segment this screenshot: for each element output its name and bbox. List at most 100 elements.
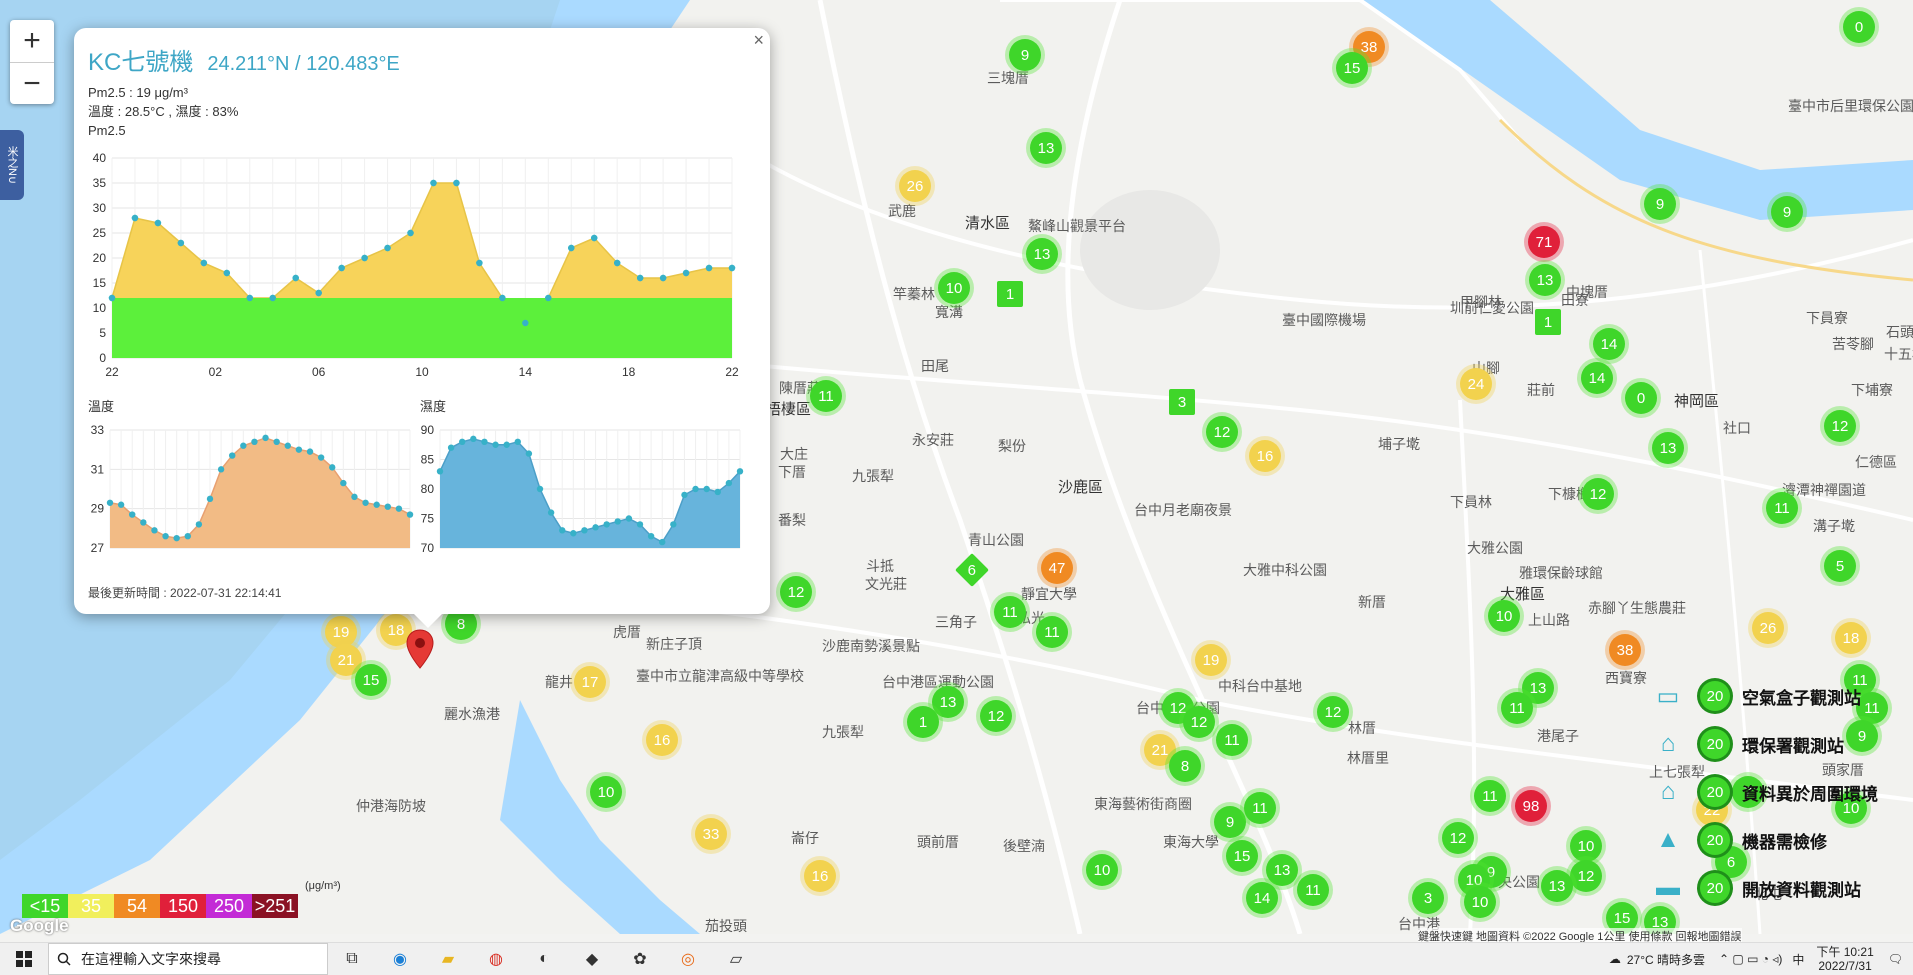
data-point (592, 524, 599, 531)
station-marker[interactable]: 10 (938, 272, 970, 304)
clock[interactable]: 下午 10:21 2022/7/31 (1816, 945, 1873, 973)
station-marker[interactable]: 12 (1824, 410, 1856, 442)
station-marker[interactable]: 12 (980, 700, 1012, 732)
station-marker[interactable]: 12 (1442, 822, 1474, 854)
station-marker[interactable]: 13 (1026, 238, 1058, 270)
station-marker[interactable]: 8 (1169, 750, 1201, 782)
location-pin-icon[interactable] (405, 628, 435, 670)
windows-start-icon[interactable] (12, 947, 36, 971)
legend-item: 150 (160, 894, 206, 918)
station-marker[interactable]: 15 (1336, 52, 1368, 84)
app-icon[interactable]: ◎ (676, 947, 700, 971)
station-marker[interactable]: 12 (1183, 706, 1215, 738)
app-icon[interactable]: ◆ (580, 947, 604, 971)
station-marker[interactable]: 11 (1766, 492, 1798, 524)
close-icon[interactable]: × (753, 30, 764, 51)
station-marker[interactable]: 1 (1535, 309, 1561, 335)
station-marker[interactable]: 12 (1206, 416, 1238, 448)
aqi-legend: <15 35 54 150 250 >251 (22, 894, 298, 918)
side-tab[interactable]: 米之N∪ (0, 130, 24, 200)
station-marker[interactable]: 98 (1515, 790, 1547, 822)
station-marker[interactable]: 10 (1488, 600, 1520, 632)
station-marker[interactable]: 26 (1752, 612, 1784, 644)
station-marker[interactable]: 19 (1195, 644, 1227, 676)
station-marker[interactable]: 9 (1214, 806, 1246, 838)
station-marker[interactable]: 11 (1244, 792, 1276, 824)
station-marker[interactable]: 9 (1009, 39, 1041, 71)
station-popup: × KC七號機 24.211°N / 120.483°E Pm2.5 : 19 μ… (74, 28, 770, 628)
station-marker[interactable]: 11 (810, 380, 842, 412)
station-marker[interactable]: 11 (1216, 724, 1248, 756)
map-label: 下埔寮 (1851, 383, 1893, 399)
station-marker[interactable]: 38 (1609, 634, 1641, 666)
map-label: 台中月老廟夜景 (1134, 503, 1232, 519)
data-point (240, 442, 247, 449)
station-marker[interactable]: 3 (1412, 882, 1444, 914)
task-view-icon[interactable]: ⧉ (340, 947, 364, 971)
file-explorer-icon[interactable]: ▰ (436, 947, 460, 971)
ime-indicator[interactable]: 中 (1792, 951, 1804, 968)
station-marker[interactable]: 10 (590, 776, 622, 808)
station-marker[interactable]: 12 (1570, 860, 1602, 892)
station-marker[interactable]: 47 (1041, 552, 1073, 584)
station-marker[interactable]: 13 (1652, 432, 1684, 464)
station-marker[interactable]: 1 (907, 706, 939, 738)
station-marker[interactable]: 10 (1570, 830, 1602, 862)
station-marker[interactable]: 15 (1226, 840, 1258, 872)
edge-icon[interactable]: ◉ (388, 947, 412, 971)
station-marker[interactable]: 13 (1030, 132, 1062, 164)
weather-icon[interactable]: ☁ (1609, 952, 1621, 966)
station-marker[interactable]: 17 (574, 666, 606, 698)
weather-text[interactable]: 27°C 晴時多雲 (1627, 951, 1705, 968)
station-marker[interactable]: 16 (804, 860, 836, 892)
app-icon[interactable]: ◐ (532, 947, 556, 971)
marker-value: 98 (1522, 797, 1540, 815)
station-marker[interactable]: 71 (1528, 226, 1560, 258)
station-marker[interactable]: 9 (1644, 188, 1676, 220)
station-marker[interactable]: 16 (1249, 440, 1281, 472)
station-marker[interactable]: 1 (997, 281, 1023, 307)
station-marker[interactable]: 10 (1464, 886, 1496, 918)
station-marker[interactable]: 14 (1593, 328, 1625, 360)
station-marker[interactable]: 13 (1529, 264, 1561, 296)
station-marker[interactable]: 0 (1625, 382, 1657, 414)
station-marker[interactable]: 11 (1297, 874, 1329, 906)
legend-badge: 20 (1700, 729, 1730, 759)
station-marker[interactable]: 12 (780, 576, 812, 608)
station-marker[interactable]: 5 (1824, 550, 1856, 582)
station-marker[interactable]: 16 (646, 724, 678, 756)
y-tick-label: 20 (93, 251, 107, 265)
station-marker[interactable]: 11 (1474, 780, 1506, 812)
station-marker[interactable]: 18 (1835, 622, 1867, 654)
station-marker[interactable]: 9 (1771, 196, 1803, 228)
station-marker[interactable]: 19 (325, 616, 357, 648)
app-icon[interactable]: ▱ (724, 947, 748, 971)
data-point (570, 530, 577, 537)
station-marker[interactable]: 12 (1582, 478, 1614, 510)
zoom-out-button[interactable]: − (10, 63, 54, 105)
taskbar-search[interactable]: 在這裡輸入文字來搜尋 (48, 943, 328, 975)
map-label: 梧棲區 (766, 400, 812, 418)
station-marker[interactable]: 3 (1169, 389, 1195, 415)
station-marker[interactable]: 14 (1581, 362, 1613, 394)
station-marker[interactable]: 14 (1246, 882, 1278, 914)
station-marker[interactable]: 10 (1086, 854, 1118, 886)
station-marker[interactable]: 12 (1317, 696, 1349, 728)
notification-icon[interactable]: 🗨 (1888, 952, 1903, 966)
station-marker[interactable]: 11 (1501, 692, 1533, 724)
station-marker[interactable]: 0 (1843, 11, 1875, 43)
zoom-in-button[interactable]: + (10, 20, 54, 63)
app-icon[interactable]: ✿ (628, 947, 652, 971)
tray-icons[interactable]: ⌃ ▢ ▭ ◔ ◃) (1719, 952, 1782, 966)
station-marker[interactable]: 26 (899, 170, 931, 202)
station-marker[interactable]: 33 (695, 818, 727, 850)
station-marker[interactable]: 13 (1541, 870, 1573, 902)
station-marker[interactable]: 13 (1266, 854, 1298, 886)
station-marker[interactable]: 15 (355, 664, 387, 696)
chrome-icon[interactable]: ◍ (484, 947, 508, 971)
marker-value: 11 (1224, 731, 1240, 749)
map-label: 溝子墘 (1813, 519, 1855, 535)
station-marker[interactable]: 24 (1460, 368, 1492, 400)
station-marker[interactable]: 11 (1036, 616, 1068, 648)
station-marker[interactable]: 11 (994, 596, 1026, 628)
